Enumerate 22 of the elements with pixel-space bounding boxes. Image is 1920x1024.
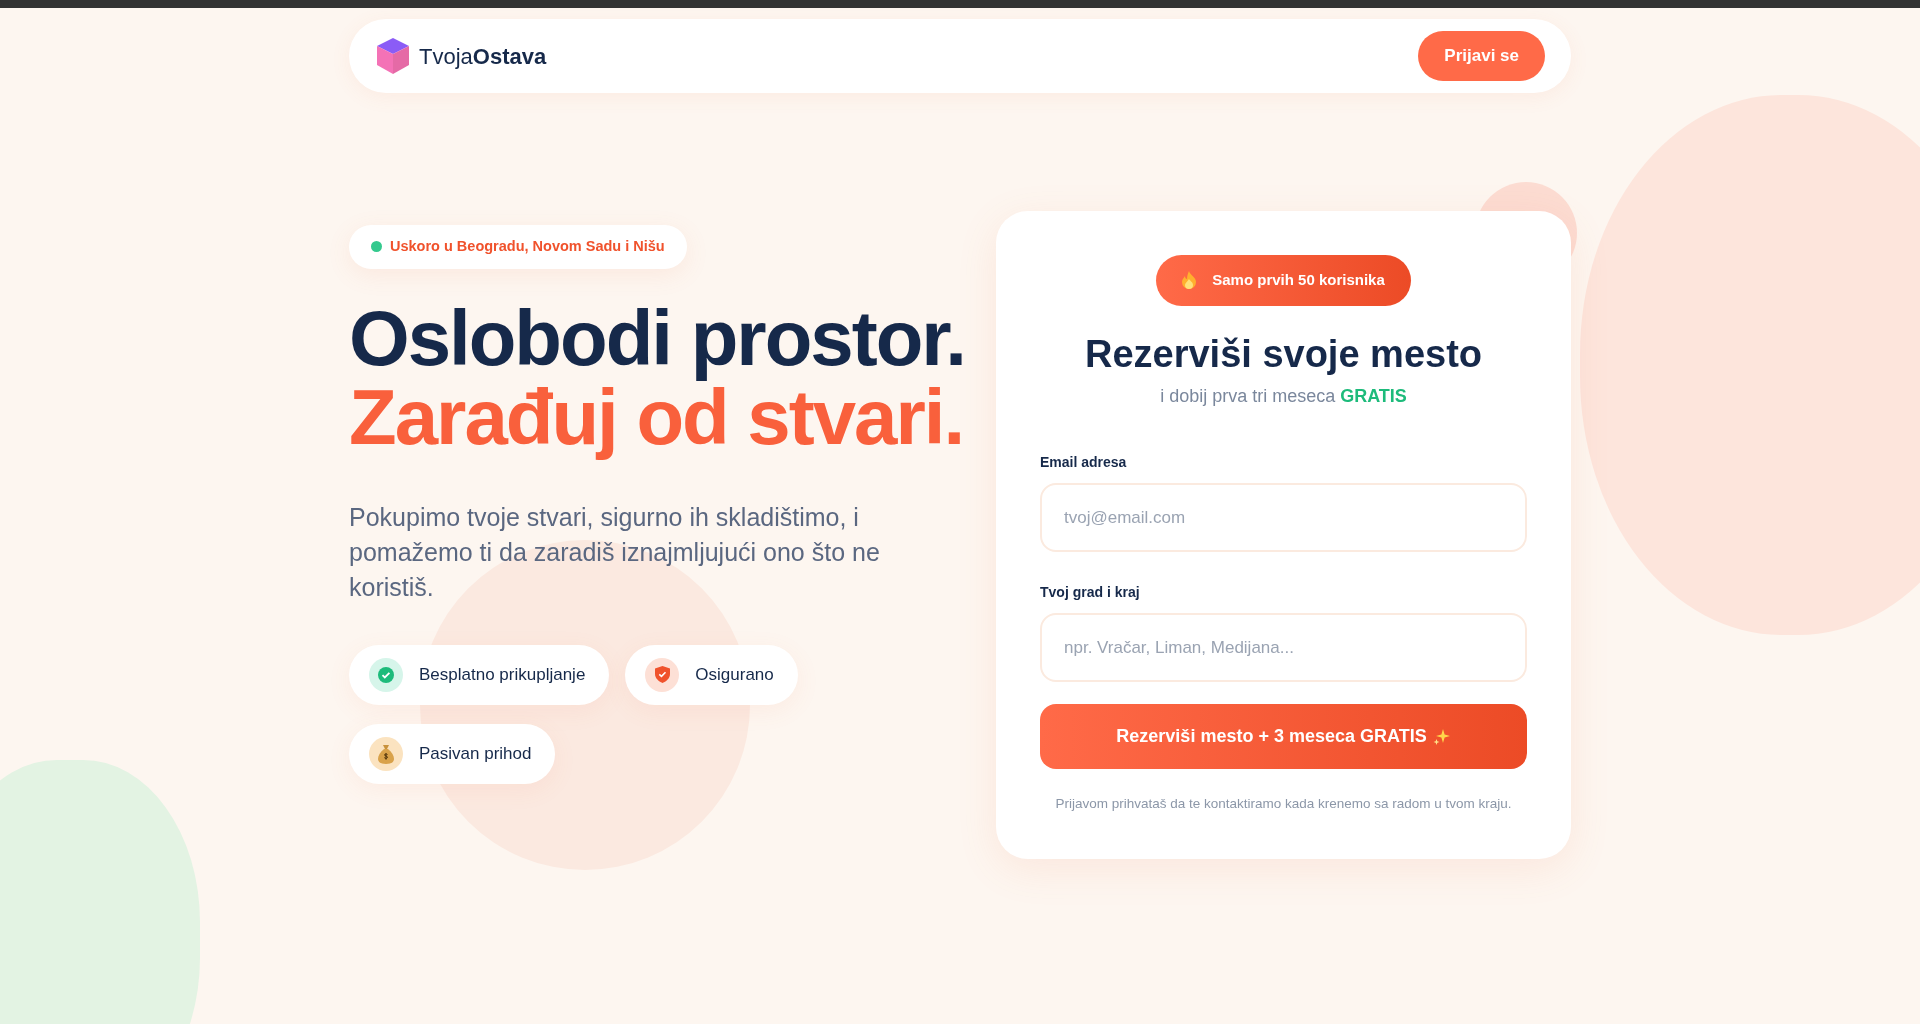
hero-description: Pokupimo tvoje stvari, sigurno ih skladištimo, i pomažemo ti da zaradiš iznajmljujući ono što ne koristiš. — [349, 501, 881, 603]
field-label: Tvoj grad i kraj — [1040, 583, 1141, 603]
field-label: Email adresa — [1040, 453, 1128, 473]
announcement-text: Uskoro u Beogradu, Novom Sadu i Nišu — [390, 237, 665, 256]
check-icon — [378, 666, 394, 683]
feature-label: Osigurano — [695, 664, 774, 687]
money-bag-icon — [378, 743, 394, 764]
input-field[interactable]: npr. Vračar, Liman, Medijana... — [1040, 613, 1527, 683]
flame-icon — [1182, 271, 1197, 290]
shield-icon — [654, 666, 670, 684]
signup-title: Rezerviši svoje mesto — [1083, 331, 1484, 377]
offer-text: Samo prvih 50 korisnika — [1212, 270, 1385, 290]
signup-subtitle: i dobij prva tri meseca GRATIS — [1159, 385, 1408, 409]
feature-label: Pasivan prihod — [419, 743, 532, 766]
login-button[interactable]: Prijavi se — [1418, 31, 1545, 81]
reserve-button[interactable]: Rezerviši mesto + 3 meseca GRATIS — [1040, 704, 1527, 770]
feature-label: Besplatno prikupljanje — [419, 664, 586, 687]
hero-headline: Oslobodi prostor. Zarađuj od stvari. — [349, 298, 966, 458]
cube-logo-icon — [375, 37, 411, 75]
consent-note: Prijavom prihvataš da te kontaktiramo kada krenemo sa radom u tvom kraju. — [1054, 795, 1513, 814]
logo-text[interactable]: TvojaOstava — [419, 39, 547, 73]
input-field[interactable]: tvoj@email.com — [1040, 483, 1527, 553]
